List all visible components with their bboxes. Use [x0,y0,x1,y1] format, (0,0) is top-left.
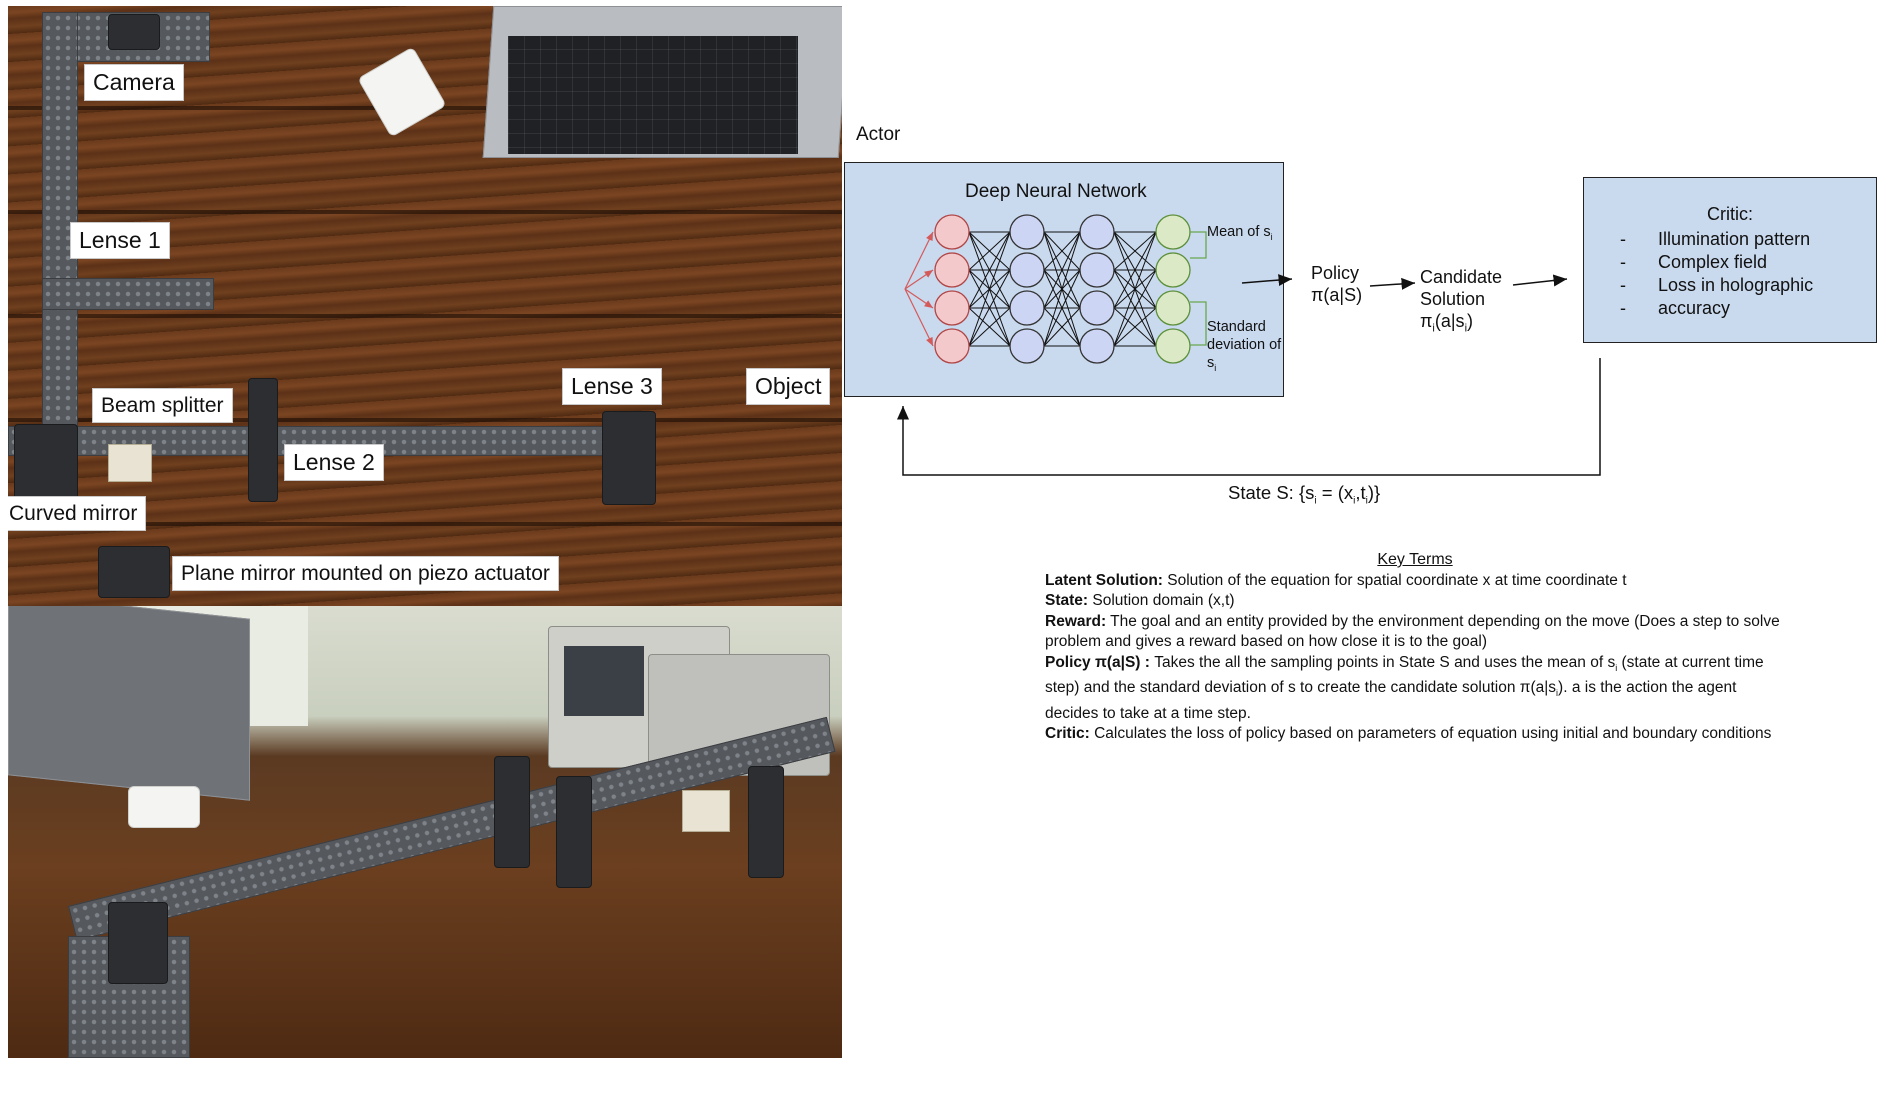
input-node [934,252,970,288]
hidden-node [1079,214,1115,250]
input-arrow [904,288,934,347]
diagram-svg [897,214,1601,476]
policy-label: Policy π(a|S) [1311,263,1363,305]
hidden-node [1009,328,1045,364]
hidden-node [1009,290,1045,326]
term-reward: Reward: The goal and an entity provided … [1045,612,1780,651]
critic-box: Critic: Illumination pattern Complex fie… [1583,177,1877,343]
input-node [934,214,970,250]
arrow-to-policy [1241,274,1293,287]
critic-item-continuation: accuracy [1620,297,1813,320]
arrow-to-candidate [1369,277,1416,290]
term-state: State: Solution domain (x,t) [1045,592,1235,609]
hidden-node [1079,328,1115,364]
key-terms-title: Key Terms [1377,551,1453,568]
arrow-to-critic [1512,274,1568,287]
std-label: Standard deviation of si [1207,319,1282,373]
hidden-node [1079,290,1115,326]
key-terms-section: Key Terms Latent Solution: Solution of t… [1045,550,1785,745]
std-bracket [1190,301,1207,346]
critic-item: Complex field [1620,251,1813,274]
candidate-solution-label: Candidate Solution πi(a|si) [1420,267,1503,335]
state-label: State S: {si = (xi,ti)} [1228,482,1381,507]
input-node [934,290,970,326]
output-node [1155,290,1191,326]
critic-item: Illumination pattern [1620,228,1813,251]
term-critic: Critic: Calculates the loss of policy ba… [1045,725,1772,743]
input-arrows [904,231,934,347]
critic-list: Illumination pattern Complex field Loss … [1620,228,1813,320]
output-node [1155,252,1191,288]
critic-title: Critic: [1707,204,1753,224]
input-arrow [904,231,934,290]
term-policy: Policy π(a|S) : Takes the all the sampli… [1045,653,1764,722]
mean-label: Mean of si [1207,224,1273,242]
critic-item: Loss in holographic [1620,274,1813,297]
term-latent-solution: Latent Solution: Solution of the equatio… [1045,571,1627,589]
hidden-node [1079,252,1115,288]
hidden-node [1009,252,1045,288]
hidden-node [1009,214,1045,250]
output-node [1155,328,1191,364]
input-node [934,328,970,364]
mean-bracket [1190,231,1207,259]
output-node [1155,214,1191,250]
network-edges [968,231,1157,347]
